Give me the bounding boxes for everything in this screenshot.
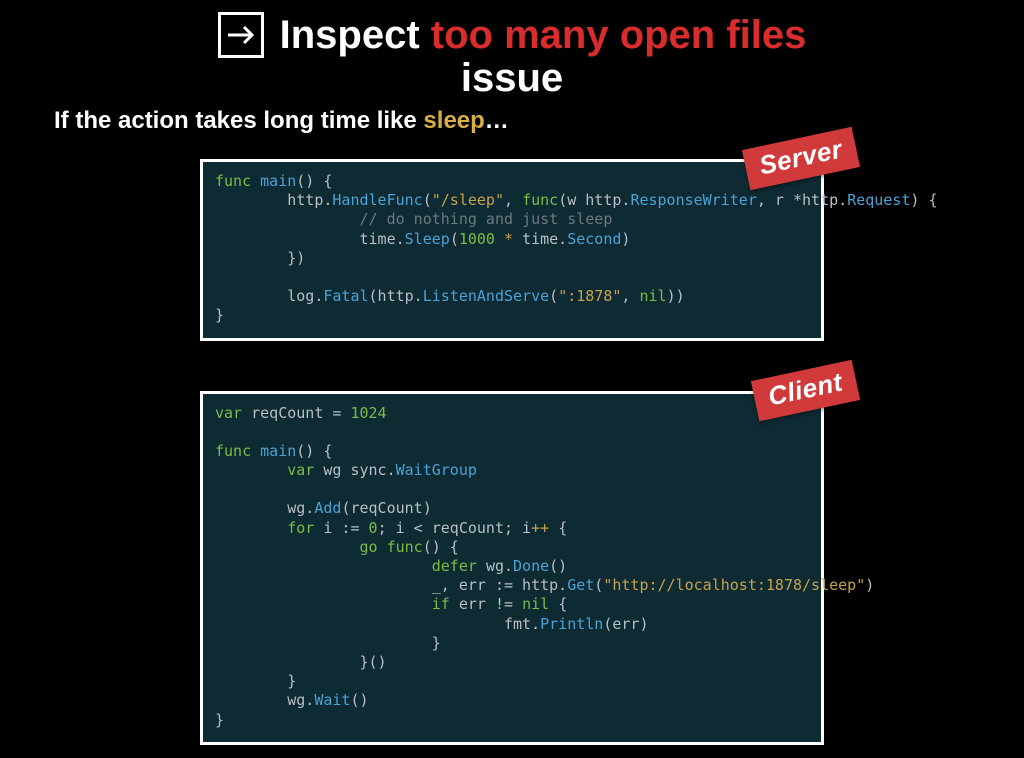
subtitle-prefix: If the action takes long time like — [54, 107, 423, 134]
subtitle-highlight: sleep — [423, 107, 484, 134]
code-server: func main() { http.HandleFunc("/sleep", … — [215, 172, 809, 326]
title-word-inspect: Inspect — [280, 13, 420, 57]
code-card-server: Server func main() { http.HandleFunc("/s… — [200, 159, 824, 341]
title-word-issue: issue — [461, 56, 563, 100]
title-phrase-error: too many open files — [431, 13, 807, 57]
code-card-client: Client var reqCount = 1024 func main() {… — [200, 391, 824, 745]
slide-subtitle: If the action takes long time like sleep… — [54, 107, 1024, 135]
slide-title-row: Inspect too many open files — [0, 0, 1024, 58]
subtitle-suffix: … — [485, 107, 509, 134]
slide-title: Inspect too many open files — [280, 12, 807, 58]
arrow-icon — [218, 12, 264, 58]
code-client: var reqCount = 1024 func main() { var wg… — [215, 404, 809, 730]
slide-title-line2: issue — [0, 56, 1024, 101]
